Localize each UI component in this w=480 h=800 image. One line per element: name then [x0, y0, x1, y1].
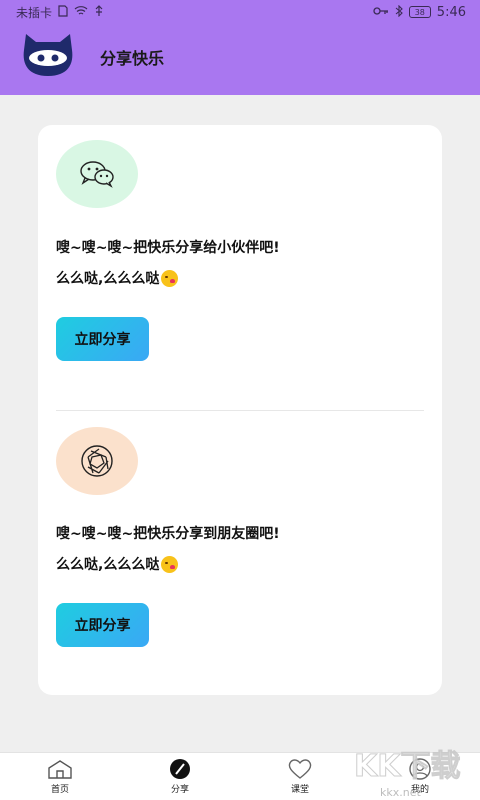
- status-right: 38 5:46: [373, 4, 466, 20]
- wifi-icon: [74, 5, 88, 19]
- share-to-moments-text: 嗖~嗖~嗖~把快乐分享到朋友圈吧!: [56, 526, 280, 542]
- nav-item-share[interactable]: 分享: [120, 753, 240, 800]
- clock-time: 5:46: [436, 4, 466, 20]
- share-icon: [166, 758, 194, 780]
- status-bar: 未插卡 38 5:46: [0, 0, 480, 24]
- app-header: 未插卡 38 5:46 分享快乐: [0, 0, 480, 95]
- carrier-text: 未插卡: [16, 5, 53, 20]
- robot-logo-icon: [20, 32, 76, 78]
- nav-label: 分享: [170, 785, 189, 795]
- heart-icon: [286, 758, 314, 780]
- page-title: 分享快乐: [100, 49, 165, 68]
- nav-label: 我的: [410, 785, 429, 795]
- home-icon: [46, 758, 74, 780]
- kiss-text: 么么哒,么么么哒: [56, 268, 179, 288]
- kiss-text: 么么哒,么么么哒: [56, 554, 179, 574]
- kiss-emoji-icon: [161, 555, 179, 573]
- battery-icon: 38: [408, 6, 431, 18]
- profile-icon: [406, 758, 434, 780]
- nav-item-mine[interactable]: 我的: [360, 753, 480, 800]
- sim-icon: [58, 4, 68, 20]
- nav-item-home[interactable]: 首页: [0, 753, 120, 800]
- moments-icon: [56, 427, 138, 495]
- status-left: 未插卡: [16, 4, 104, 21]
- key-icon: [373, 5, 389, 19]
- kiss-label: 么么哒,么么么哒: [56, 271, 160, 287]
- kiss-label: 么么哒,么么么哒: [56, 557, 160, 573]
- nav-item-classroom[interactable]: 课堂: [240, 753, 360, 800]
- share-to-moments-button[interactable]: 立即分享: [56, 603, 149, 647]
- share-card: 嗖~嗖~嗖~把快乐分享给小伙伴吧! 么么哒,么么么哒 立即分享 嗖~嗖~嗖~把快…: [38, 125, 442, 695]
- bottom-nav: 首页 分享 课堂 我的: [0, 752, 480, 800]
- divider: [56, 410, 424, 411]
- nav-label: 课堂: [290, 785, 309, 795]
- kiss-emoji-icon: [161, 269, 179, 287]
- wechat-icon: [56, 140, 138, 208]
- usb-icon: [94, 4, 104, 20]
- bluetooth-icon: [395, 4, 403, 20]
- share-to-friends-text: 嗖~嗖~嗖~把快乐分享给小伙伴吧!: [56, 240, 280, 256]
- share-to-friends-button[interactable]: 立即分享: [56, 317, 149, 361]
- nav-label: 首页: [50, 785, 69, 795]
